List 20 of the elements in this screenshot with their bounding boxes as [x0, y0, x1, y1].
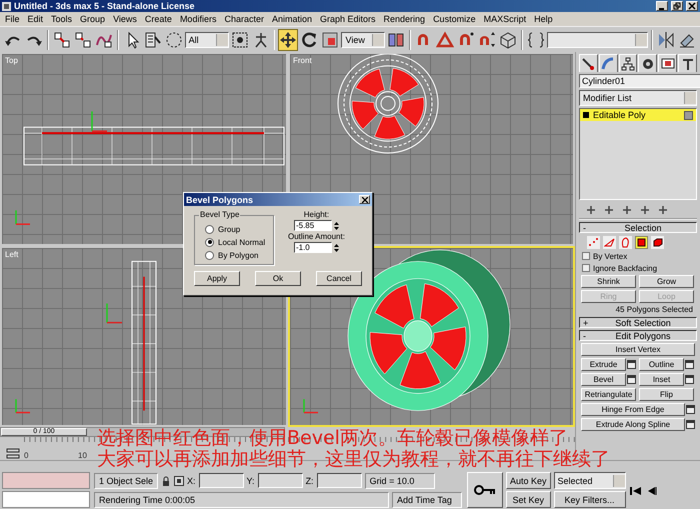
grid-size: Grid = 10.0 — [364, 472, 435, 488]
frame-number: 10 — [78, 452, 87, 460]
checkbox-label: By Vertex — [593, 252, 628, 260]
caption-text: 大家可以再添加加些细节，这里仅为教程，就不再往下继续了 — [97, 449, 610, 470]
radio-label: Local Normal — [218, 238, 266, 246]
height-label: Height: — [304, 210, 330, 219]
frame-number: 0 — [24, 452, 28, 460]
group-label: Bevel Type — [199, 210, 240, 219]
window-title: Untitled - 3ds max 5 - Stand-alone License — [14, 0, 196, 12]
z-label: Z: — [306, 476, 314, 486]
selection-count: 1 Object Sele — [94, 472, 158, 488]
dialog-title: Bevel Polygons — [186, 194, 254, 204]
caption-text: 选择图中红色面，使用Bevel两次。车轮毂已像模像样了 — [97, 428, 568, 449]
selection-status: 45 Polygons Selected — [614, 305, 694, 315]
checkbox-label: Ignore Backfacing — [593, 264, 658, 272]
y-label: Y: — [246, 476, 255, 486]
radio-label: By Polygon — [218, 250, 258, 260]
radio-label: Group — [218, 224, 240, 234]
outline-label: Outline Amount: — [288, 232, 345, 241]
x-label: X: — [187, 476, 196, 486]
